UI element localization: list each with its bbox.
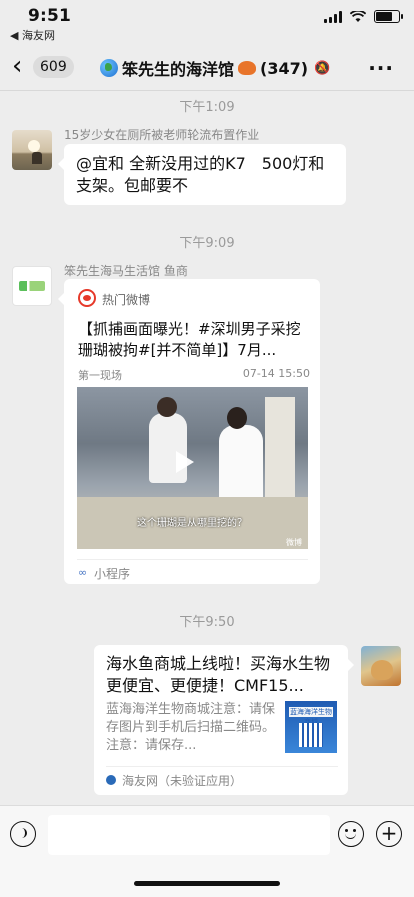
play-icon[interactable] <box>176 451 194 473</box>
card-divider <box>77 559 308 560</box>
link-card-app-label: 海友网（未验证应用） <box>122 774 243 788</box>
voice-input-icon[interactable] <box>10 821 36 847</box>
avatar[interactable] <box>361 646 401 686</box>
crab-icon <box>238 61 257 75</box>
link-card-thumbnail: 蓝海海洋生物商城 <box>285 701 337 753</box>
chat-header: ‹ 609 笨先生的海洋馆 (347) 🔕 ··· <box>0 44 414 90</box>
unread-count-badge[interactable]: 609 <box>33 56 74 78</box>
message-timestamp: 下午9:50 <box>179 615 235 630</box>
mini-program-icon: ∞ <box>78 566 88 579</box>
more-icon[interactable]: ··· <box>368 56 394 80</box>
avatar[interactable] <box>12 130 52 170</box>
chevron-left-icon[interactable]: ‹ <box>12 53 22 79</box>
app-icon <box>106 775 116 785</box>
mute-bell-icon: 🔕 <box>314 60 331 76</box>
home-indicator[interactable] <box>134 881 280 886</box>
card-divider <box>106 766 338 767</box>
status-time: 9:51 <box>28 6 72 26</box>
text-message-bubble[interactable]: @宜和 全新没用过的K7 500灯和支架。包邮要不 <box>58 144 346 205</box>
globe-icon <box>100 59 118 77</box>
card-subtitle: 第一现场 <box>78 369 122 382</box>
card-title: 【抓捕画面曝光！#深圳男子采挖珊瑚被拘#[并不简单]】7月... <box>78 320 301 359</box>
video-caption: 这个珊瑚是从哪里挖的？ <box>137 518 247 529</box>
mini-program-label: 小程序 <box>94 567 131 581</box>
emoji-icon[interactable] <box>338 821 364 847</box>
thumbnail-text: 蓝海海洋生物商城 <box>289 707 333 726</box>
message-input[interactable] <box>48 815 330 855</box>
header-divider <box>0 90 414 91</box>
card-source: 热门微博 <box>102 293 151 307</box>
plus-icon[interactable]: + <box>376 821 402 847</box>
battery-icon <box>374 10 403 23</box>
weibo-icon <box>78 289 96 307</box>
qr-code-icon <box>299 723 323 747</box>
video-watermark: 微博 <box>286 538 302 547</box>
message-timestamp: 下午1:09 <box>179 100 235 115</box>
wifi-icon <box>350 10 366 22</box>
message-timestamp: 下午9:09 <box>179 236 235 251</box>
sender-name: 15岁少女在厕所被老师轮流布置作业 <box>64 128 260 142</box>
cellular-signal-icon <box>324 10 342 23</box>
chat-title-text: 笨先生的海洋馆 <box>122 60 235 79</box>
sender-name: 笨先生海马生活馆 鱼商 <box>64 264 188 278</box>
chat-title[interactable]: 笨先生的海洋馆 (347) 🔕 <box>100 56 330 80</box>
avatar[interactable] <box>12 266 52 306</box>
link-card[interactable]: 海水鱼商城上线啦！买海水生物更便宜、更便捷！CMF15... 蓝海海洋生物商城注… <box>94 645 354 795</box>
video-thumbnail[interactable]: 这个珊瑚是从哪里挖的？ 微博 <box>77 387 308 549</box>
link-card-title: 海水鱼商城上线啦！买海水生物更便宜、更便捷！CMF15... <box>106 654 331 695</box>
status-icons <box>324 10 403 23</box>
card-date: 07-14 15:50 <box>242 367 310 380</box>
mini-program-card[interactable]: 热门微博 【抓捕画面曝光！#深圳男子采挖珊瑚被拘#[并不简单]】7月... 第一… <box>58 279 320 584</box>
link-card-description: 蓝海海洋生物商城注意：请保存图片到手机后扫描二维码。注意：请保存... <box>106 702 276 753</box>
member-count: (347) <box>260 58 309 78</box>
back-to-app-link[interactable]: ◀ 海友网 <box>10 27 55 43</box>
